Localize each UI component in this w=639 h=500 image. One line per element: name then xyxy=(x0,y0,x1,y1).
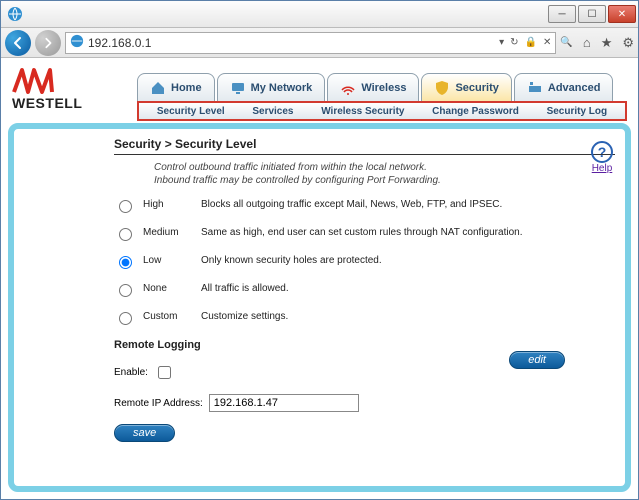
divider xyxy=(114,154,615,155)
search-icon[interactable]: 🔍 xyxy=(560,37,572,48)
option-label: Medium xyxy=(143,227,193,238)
ie-page-icon xyxy=(70,34,84,51)
brand-logo: WESTELL xyxy=(12,66,82,111)
radio-high[interactable] xyxy=(119,200,132,213)
tools-icon[interactable]: ⚙ xyxy=(622,35,634,51)
description-line: Control outbound traffic initiated from … xyxy=(24,161,615,174)
tab-label: Home xyxy=(171,82,202,94)
radio-custom[interactable] xyxy=(119,312,132,325)
home-tab-icon xyxy=(150,80,166,96)
security-level-options: High Blocks all outgoing traffic except … xyxy=(24,187,615,325)
browser-toolbar: 192.168.0.1 ▾ ↻ 🔒 ✕ 🔍 ⌂ ★ ⚙ xyxy=(1,28,638,58)
enable-label: Enable: xyxy=(114,367,148,378)
help-block: ? Help xyxy=(591,141,613,174)
window-titlebar: ─ ☐ ✕ xyxy=(1,1,638,28)
tab-my-network[interactable]: My Network xyxy=(217,73,326,101)
westell-mark-icon xyxy=(12,66,54,94)
content-frame: Security > Security Level Control outbou… xyxy=(8,123,631,492)
subtab-security-log[interactable]: Security Log xyxy=(547,106,608,117)
window-minimize-button[interactable]: ─ xyxy=(548,5,576,23)
subtab-bar: Security Level Services Wireless Securit… xyxy=(137,101,627,121)
address-text[interactable]: 192.168.0.1 xyxy=(88,36,495,50)
ie-icon xyxy=(7,6,23,22)
option-label: Low xyxy=(143,255,193,266)
breadcrumb: Security > Security Level xyxy=(24,133,615,154)
tab-advanced[interactable]: Advanced xyxy=(514,73,614,101)
remote-ip-label: Remote IP Address: xyxy=(114,398,203,409)
option-desc: Only known security holes are protected. xyxy=(201,255,615,266)
main-tabs: Home My Network Wireless Security Advanc… xyxy=(137,73,627,101)
help-icon[interactable]: ? xyxy=(591,141,613,163)
favorites-icon[interactable]: ★ xyxy=(601,35,613,51)
option-desc: Same as high, end user can set custom ru… xyxy=(201,227,615,238)
dropdown-icon[interactable]: ▾ xyxy=(499,37,504,48)
subtab-services[interactable]: Services xyxy=(252,106,293,117)
option-label: High xyxy=(143,199,193,210)
window-maximize-button[interactable]: ☐ xyxy=(578,5,606,23)
window-close-button[interactable]: ✕ xyxy=(608,5,636,23)
advanced-tab-icon xyxy=(527,80,543,96)
remote-ip-input[interactable] xyxy=(209,394,359,412)
edit-button[interactable]: edit xyxy=(509,351,565,369)
security-tab-icon xyxy=(434,80,450,96)
option-label: None xyxy=(143,283,193,294)
radio-none[interactable] xyxy=(119,284,132,297)
tab-home[interactable]: Home xyxy=(137,73,215,101)
network-tab-icon xyxy=(230,80,246,96)
page-content: WESTELL Home My Network Wireless Securit… xyxy=(2,61,637,498)
option-label: Custom xyxy=(143,311,193,322)
home-icon[interactable]: ⌂ xyxy=(583,35,591,50)
tab-label: Wireless xyxy=(361,82,406,94)
radio-low[interactable] xyxy=(119,256,132,269)
remote-logging-heading: Remote Logging xyxy=(24,339,615,351)
enable-checkbox[interactable] xyxy=(158,366,171,379)
refresh-icon[interactable]: ↻ xyxy=(510,37,518,48)
brand-name: WESTELL xyxy=(12,95,82,111)
description-line: Inbound traffic may be controlled by con… xyxy=(24,174,615,187)
subtab-wireless-security[interactable]: Wireless Security xyxy=(321,106,404,117)
wireless-tab-icon xyxy=(340,80,356,96)
radio-medium[interactable] xyxy=(119,228,132,241)
subtab-security-level[interactable]: Security Level xyxy=(157,106,225,117)
tab-label: Advanced xyxy=(548,82,601,94)
back-button[interactable] xyxy=(5,30,31,56)
option-desc: Customize settings. xyxy=(201,311,615,322)
tab-label: My Network xyxy=(251,82,313,94)
forward-button[interactable] xyxy=(35,30,61,56)
save-button[interactable]: save xyxy=(114,424,175,442)
address-bar[interactable]: 192.168.0.1 ▾ ↻ 🔒 ✕ xyxy=(65,32,556,54)
lock-icon: 🔒 xyxy=(525,37,537,48)
tab-security[interactable]: Security xyxy=(421,73,511,101)
tab-wireless[interactable]: Wireless xyxy=(327,73,419,101)
tab-label: Security xyxy=(455,82,498,94)
subtab-change-password[interactable]: Change Password xyxy=(432,106,519,117)
stop-icon[interactable]: ✕ xyxy=(543,37,551,48)
option-desc: All traffic is allowed. xyxy=(201,283,615,294)
option-desc: Blocks all outgoing traffic except Mail,… xyxy=(201,199,615,210)
help-link[interactable]: Help xyxy=(592,163,613,174)
